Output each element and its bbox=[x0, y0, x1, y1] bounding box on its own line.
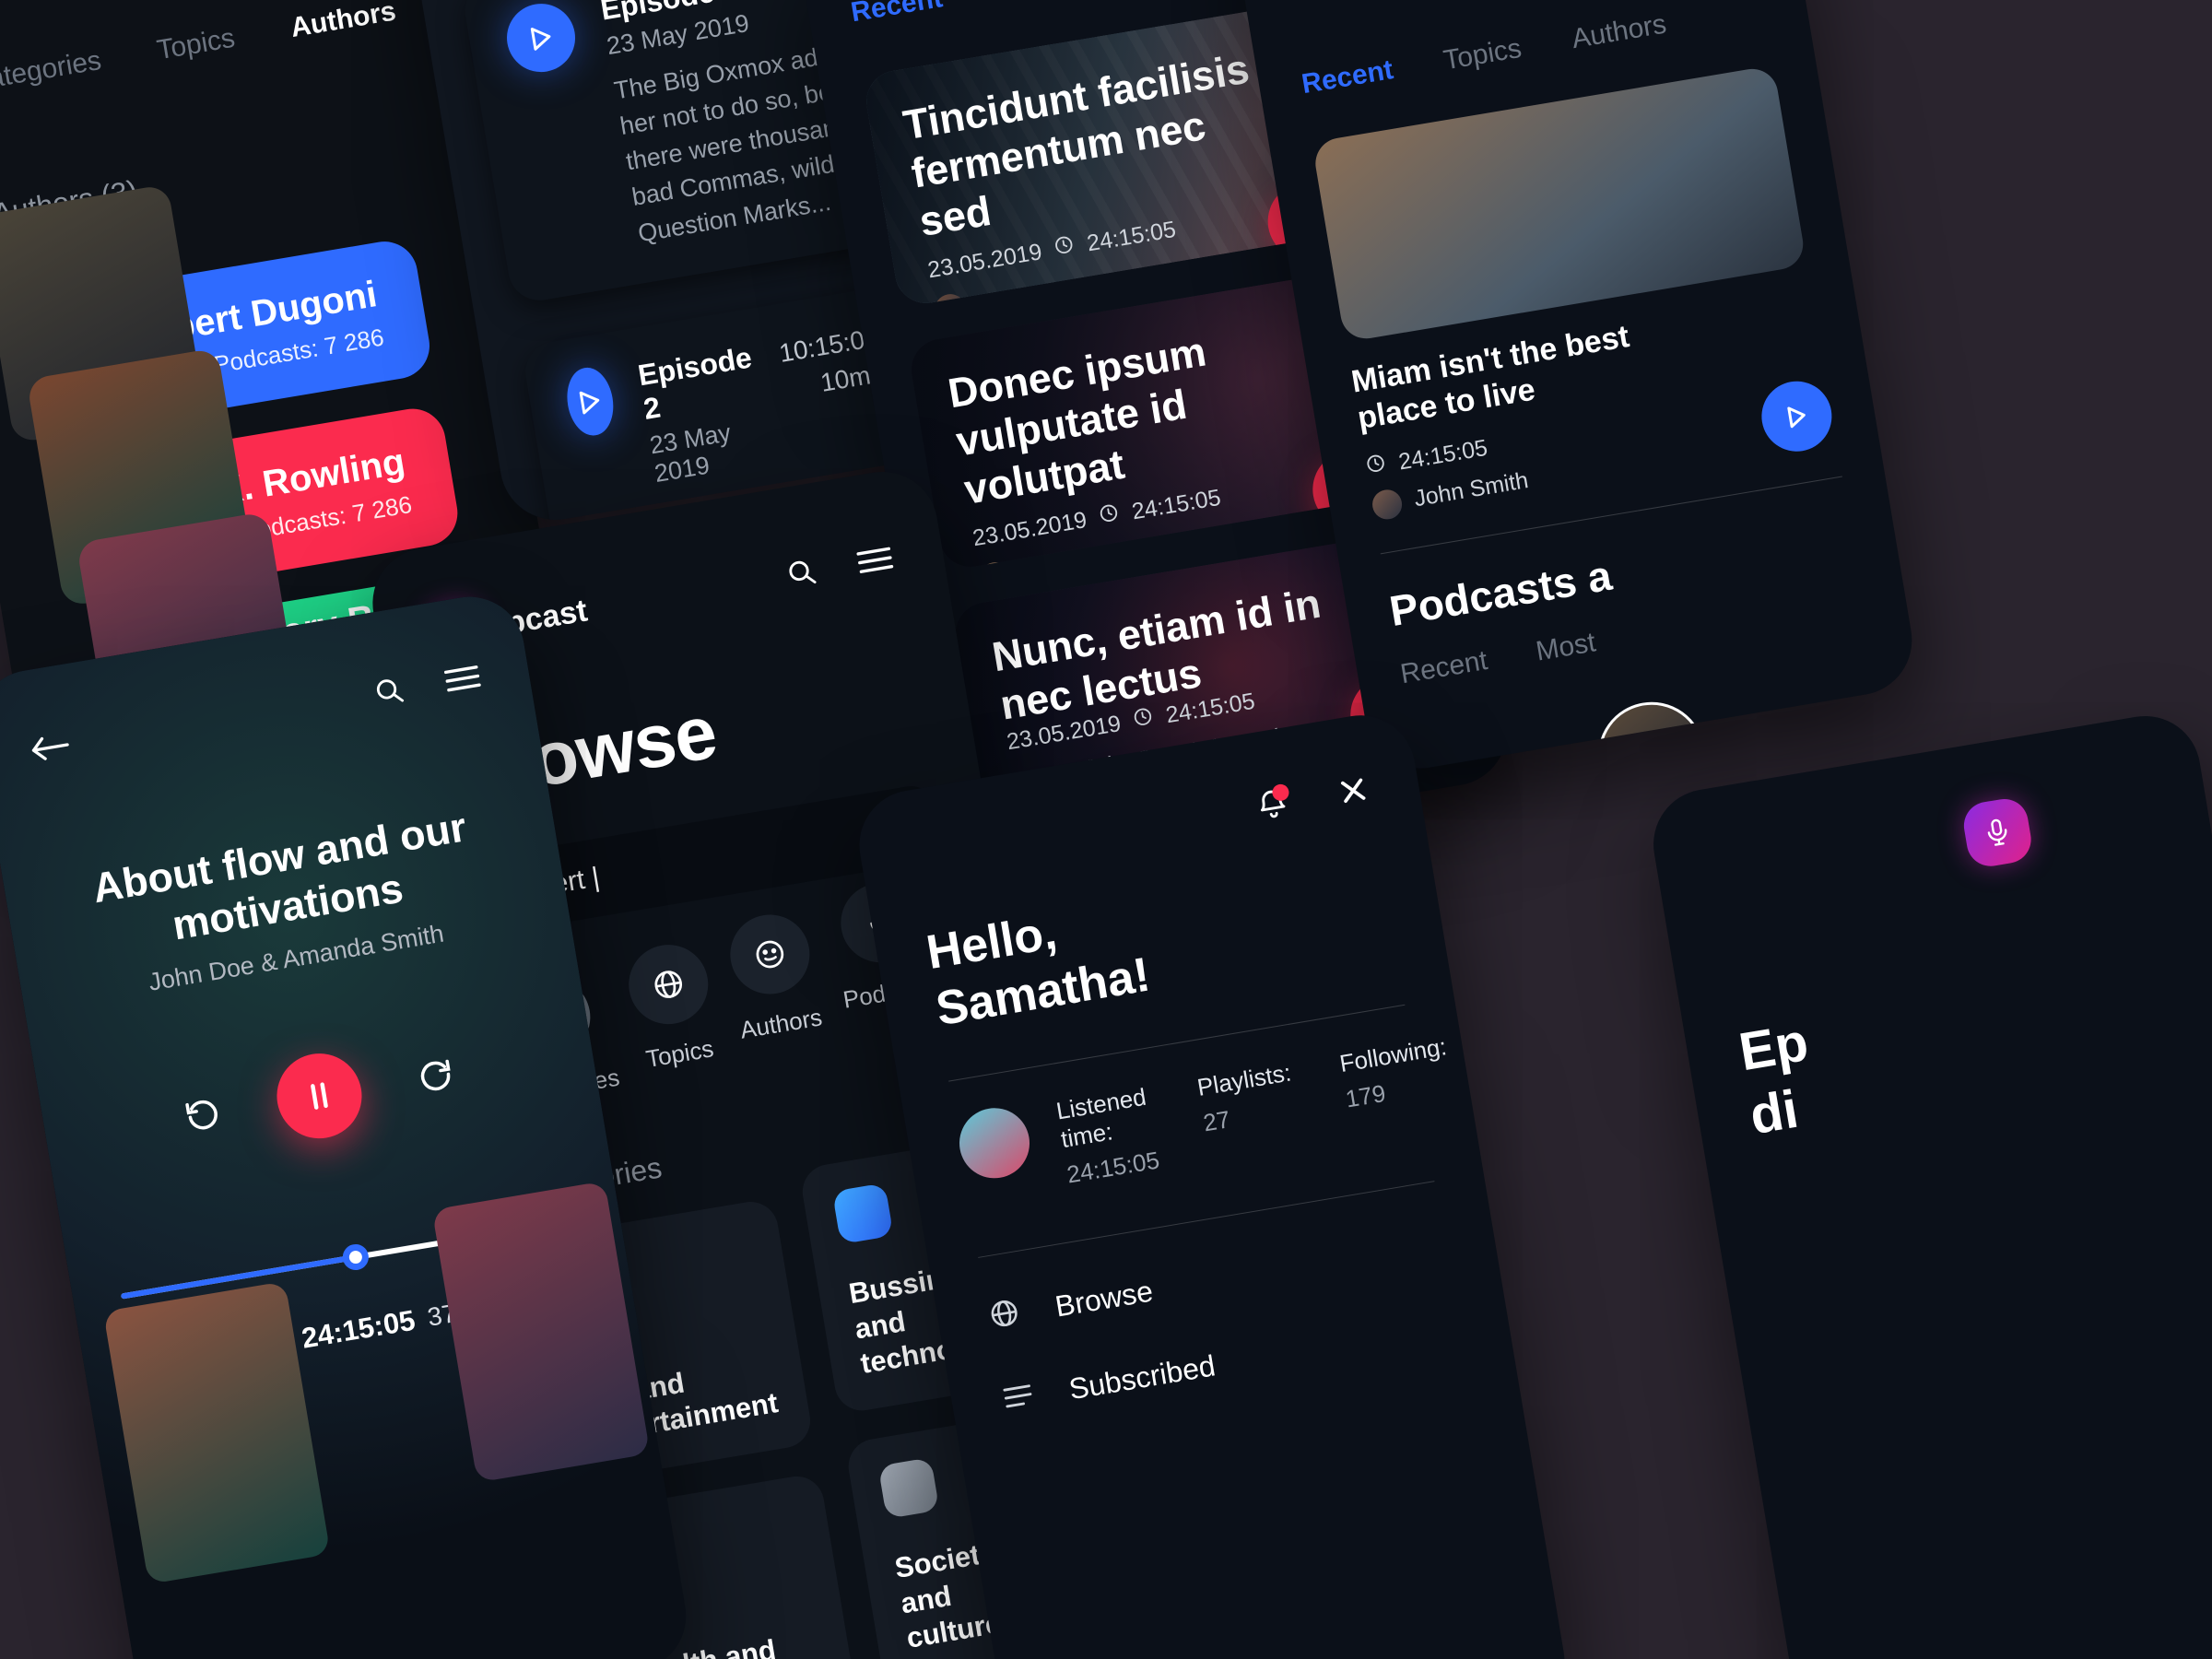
avatar bbox=[932, 291, 969, 309]
feed-card-date: 23.05.2019 bbox=[971, 507, 1089, 552]
tab-recent[interactable]: Recent bbox=[1300, 54, 1395, 100]
tab-authors[interactable]: Authors bbox=[288, 0, 398, 44]
right-feed-card-duration: 24:15:05 bbox=[1396, 434, 1489, 476]
search-icon[interactable] bbox=[783, 554, 820, 594]
play-icon[interactable] bbox=[501, 0, 581, 77]
menu-icon[interactable] bbox=[854, 544, 896, 580]
menu-item-subscribed[interactable]: Subscribed bbox=[999, 1308, 1461, 1418]
avatar bbox=[977, 559, 1014, 572]
globe-icon bbox=[985, 1294, 1024, 1336]
tab-topics[interactable]: Topics bbox=[155, 23, 237, 67]
tab-topics[interactable]: Topics bbox=[1441, 33, 1524, 77]
stat-listened-time: Listened time: 24:15:05 bbox=[1054, 1082, 1162, 1189]
progress-knob[interactable] bbox=[340, 1241, 371, 1273]
list-icon bbox=[999, 1380, 1037, 1417]
category-color-swatch bbox=[831, 1182, 894, 1245]
menu-item-label: Browse bbox=[1053, 1274, 1156, 1324]
stat-following: Following: 179 bbox=[1337, 1032, 1459, 1142]
category-color-swatch bbox=[877, 1457, 940, 1519]
avatar bbox=[1590, 694, 1713, 777]
avatar bbox=[954, 1102, 1035, 1183]
globe-icon bbox=[622, 938, 714, 1030]
current-time: 24:15:05 bbox=[299, 1303, 418, 1355]
far-right-phone: Ep di bbox=[1644, 707, 2212, 1659]
close-icon[interactable] bbox=[1335, 772, 1372, 813]
play-icon[interactable] bbox=[562, 363, 618, 439]
tab-recent[interactable]: Recent bbox=[849, 0, 945, 29]
feed-card-duration: 24:15:05 bbox=[1085, 217, 1178, 257]
stat-value: 24:15:05 bbox=[1065, 1146, 1162, 1189]
episode-title: Episode 2 bbox=[635, 340, 755, 426]
chip-label: Authors bbox=[737, 1003, 825, 1044]
stat-label: Listened time: bbox=[1053, 1082, 1148, 1153]
tab-categories[interactable]: Categories bbox=[0, 45, 103, 98]
subtab-recent[interactable]: Recent bbox=[1398, 646, 1489, 691]
forward-icon[interactable] bbox=[414, 1052, 459, 1100]
search-icon[interactable] bbox=[371, 673, 407, 713]
right-feed-card[interactable]: Miam isn't the best place to live 24:15:… bbox=[1312, 65, 1838, 523]
avatar bbox=[1370, 487, 1405, 522]
far-right-heading: Ep di bbox=[1735, 947, 2199, 1148]
authors-tabs: Categories Topics Authors Podcasts bbox=[0, 0, 567, 107]
clock-icon bbox=[1364, 452, 1388, 481]
tab-authors[interactable]: Authors bbox=[1570, 9, 1669, 56]
feed-card-date: 23.05.2019 bbox=[925, 239, 1044, 284]
subtab-most[interactable]: Most bbox=[1534, 628, 1598, 668]
play-icon[interactable] bbox=[1756, 376, 1838, 457]
notification-bell-icon[interactable] bbox=[1253, 782, 1292, 828]
chip-authors[interactable]: Authors bbox=[723, 909, 825, 1045]
stat-playlists: Playlists: 27 bbox=[1195, 1058, 1304, 1166]
greeting: Hello, Samatha! bbox=[923, 849, 1398, 1039]
back-icon[interactable] bbox=[28, 730, 74, 771]
clock-icon bbox=[1097, 501, 1121, 531]
app-logo-icon bbox=[1959, 795, 2035, 870]
screenshot-stage: Categories Topics Authors Podcasts Autho… bbox=[0, 0, 2212, 1659]
right-feed-card-author: John Smith bbox=[1412, 467, 1531, 512]
chip-label: Topics bbox=[643, 1034, 716, 1073]
pause-button[interactable] bbox=[270, 1047, 369, 1146]
tab-authors[interactable]: Authors bbox=[991, 0, 1090, 5]
menu-item-label: Subscribed bbox=[1066, 1348, 1218, 1406]
feed-card-duration: 24:15:05 bbox=[1130, 485, 1223, 525]
clock-icon bbox=[1053, 233, 1077, 263]
stat-value: 27 bbox=[1201, 1104, 1232, 1137]
rewind-icon[interactable] bbox=[180, 1091, 225, 1140]
chip-topics[interactable]: Topics bbox=[622, 938, 721, 1075]
smiley-icon bbox=[724, 909, 816, 1001]
clock-icon bbox=[1131, 705, 1155, 735]
menu-icon[interactable] bbox=[442, 663, 484, 699]
